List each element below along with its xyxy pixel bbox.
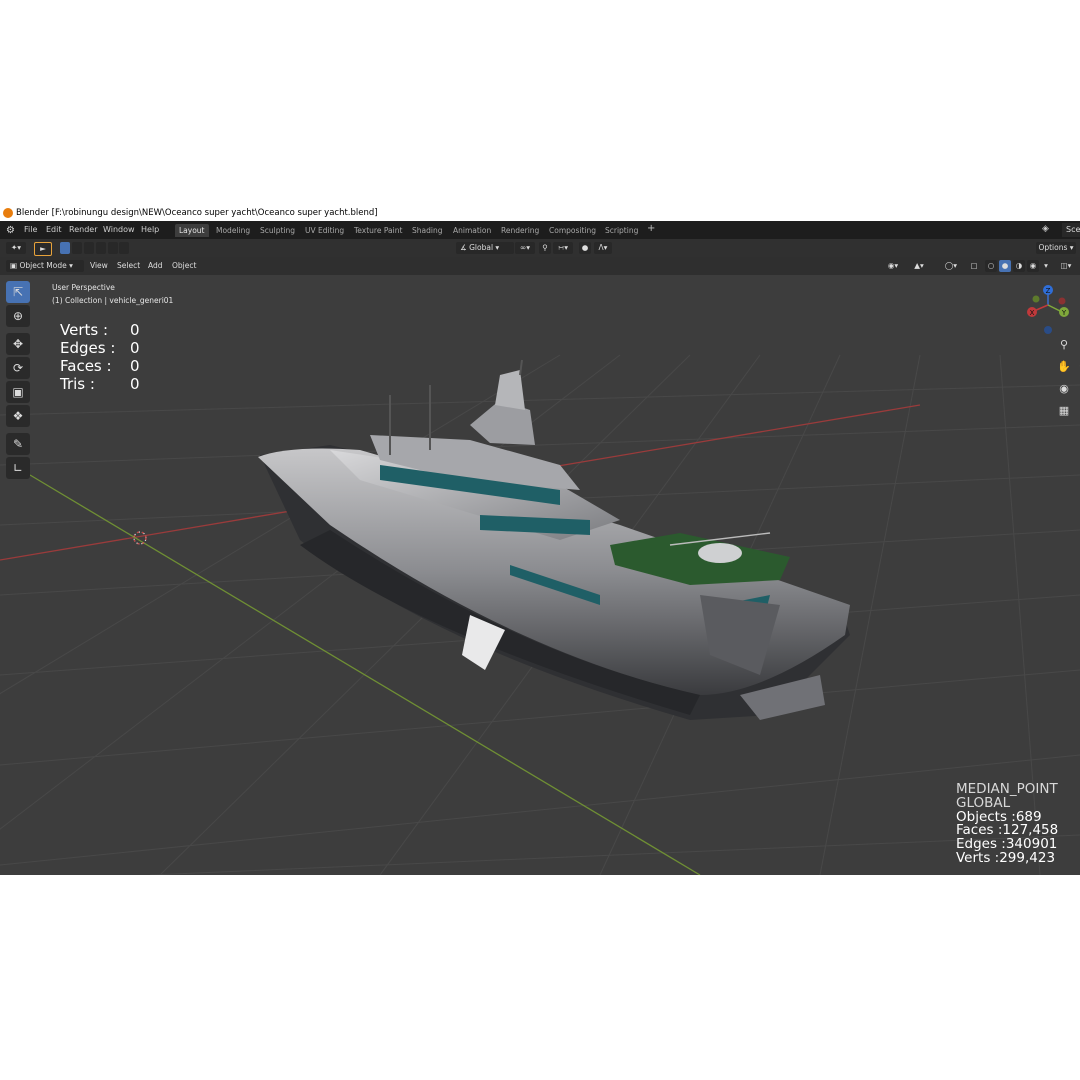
navigation-tools: ⚲ ✋ ◉ ▦: [1054, 335, 1074, 423]
proportional-edit-icon[interactable]: ●: [579, 242, 591, 254]
overlay-toggle-icon[interactable]: ◯▾: [938, 260, 964, 272]
gizmo-toggle-icon[interactable]: ▲▾: [906, 260, 932, 272]
stat-value: 0: [130, 321, 140, 339]
camera-view-icon[interactable]: ◉: [1054, 379, 1074, 399]
measure-tool-icon[interactable]: ∟: [6, 457, 30, 479]
menu-add[interactable]: Add: [148, 261, 163, 270]
blender-logo-icon: [3, 208, 13, 218]
verts-count: Verts :299,423: [956, 849, 1056, 866]
select-extend-icon[interactable]: [72, 242, 82, 254]
options-dropdown[interactable]: Options ▾: [1036, 242, 1076, 254]
falloff-icon[interactable]: Λ▾: [594, 242, 612, 254]
gizmo-y-label: Y: [1061, 309, 1067, 317]
menu-view[interactable]: View: [90, 261, 108, 270]
sidebar-toggle-icon[interactable]: ◫▾: [1056, 260, 1076, 272]
menu-render[interactable]: Render: [69, 225, 97, 234]
stat-row: Faces : 0: [60, 357, 150, 375]
tab-uv-editing[interactable]: UV Editing: [301, 224, 348, 237]
select-tool-icon[interactable]: ►: [34, 242, 52, 256]
blender-menu-icon[interactable]: ⚙: [6, 225, 17, 236]
window-title: Blender [F:\robinungu design\NEW\Oceanco…: [16, 208, 378, 218]
tab-layout[interactable]: Layout: [175, 224, 209, 237]
shading-options-icon[interactable]: ▾: [1041, 260, 1051, 272]
snap-icon[interactable]: ⚲: [539, 242, 551, 254]
title-bar: Blender [F:\robinungu design\NEW\Oceanco…: [0, 205, 1080, 221]
tab-sculpting[interactable]: Sculpting: [256, 224, 299, 237]
menu-file[interactable]: File: [24, 225, 37, 234]
stat-label: Faces :: [60, 357, 112, 375]
navigation-gizmo[interactable]: Z X Y: [1027, 285, 1069, 334]
options-label: Options: [1038, 243, 1068, 252]
select-extra-icon[interactable]: [119, 242, 129, 254]
stat-value: 0: [130, 375, 140, 393]
solid-shading-icon[interactable]: ●: [999, 260, 1011, 272]
toolbar: ⇱ ⊕ ✥ ⟳ ▣ ❖ ✎ ∟: [6, 281, 33, 481]
stat-label: Verts :: [60, 321, 109, 339]
tab-compositing[interactable]: Compositing: [545, 224, 600, 237]
stat-row: Tris : 0: [60, 375, 150, 393]
scale-tool-icon[interactable]: ▣: [6, 381, 30, 403]
visibility-icon[interactable]: ◉▾: [882, 260, 904, 272]
perspective-grid-icon[interactable]: ▦: [1054, 401, 1074, 421]
tab-animation[interactable]: Animation: [449, 224, 495, 237]
rendered-shading-icon[interactable]: ◉: [1027, 260, 1039, 272]
tab-rendering[interactable]: Rendering: [497, 224, 543, 237]
scene-selector[interactable]: Sce: [1062, 223, 1080, 237]
material-shading-icon[interactable]: ◑: [1013, 260, 1025, 272]
viewport-header: ▣ Object Mode ▾ View Select Add Object ◉…: [0, 257, 1080, 275]
stat-label: Edges :: [60, 339, 116, 357]
transform-tool-icon[interactable]: ❖: [6, 405, 30, 427]
stat-row: Verts : 0: [60, 321, 150, 339]
top-menu-bar: ⚙ File Edit Render Window Help Layout Mo…: [0, 221, 1080, 239]
wireframe-shading-icon[interactable]: ○: [985, 260, 997, 272]
menu-select[interactable]: Select: [117, 261, 140, 270]
select-invert-icon[interactable]: [96, 242, 106, 254]
orientation-label: Global: [469, 243, 494, 252]
viewport-info: User Perspective (1) Collection | vehicl…: [52, 281, 173, 307]
select-new-icon[interactable]: [60, 242, 70, 254]
stat-row: Edges : 0: [60, 339, 150, 357]
tab-shading[interactable]: Shading: [408, 224, 446, 237]
add-workspace-icon[interactable]: +: [643, 222, 659, 235]
cursor-tool-icon[interactable]: ⊕: [6, 305, 30, 327]
mode-dropdown[interactable]: ▣ Object Mode ▾: [6, 260, 84, 272]
pivot-point-icon[interactable]: ∞▾: [515, 242, 535, 254]
transform-pivot-icon[interactable]: ✦▾: [6, 242, 26, 254]
perspective-label: User Perspective: [52, 283, 115, 292]
orientation-dropdown[interactable]: ∡ Global ▾: [456, 242, 514, 254]
move-tool-icon[interactable]: ✥: [6, 333, 30, 355]
select-box-tool-icon[interactable]: ⇱: [6, 281, 30, 303]
scene-stats: MEDIAN_POINT GLOBAL Objects :689 Faces :…: [956, 782, 1058, 866]
gizmo-x-label: X: [1030, 309, 1035, 317]
yacht-model[interactable]: [258, 359, 850, 720]
tool-header: ✦▾ ► ∡ Global ▾ ∞▾ ⚲ ∺▾ ● Λ▾ Options ▾: [0, 239, 1080, 257]
collection-label: (1) Collection | vehicle_generi01: [52, 296, 174, 305]
mode-label: Object Mode: [19, 261, 67, 270]
select-intersect-icon[interactable]: [108, 242, 118, 254]
annotate-tool-icon[interactable]: ✎: [6, 433, 30, 455]
tab-texture-paint[interactable]: Texture Paint: [350, 224, 406, 237]
rotate-tool-icon[interactable]: ⟳: [6, 357, 30, 379]
menu-object[interactable]: Object: [172, 261, 196, 270]
menu-window[interactable]: Window: [103, 225, 135, 234]
3d-viewport[interactable]: Z X Y ⇱ ⊕ ✥ ⟳ ▣ ❖ ✎ ∟ User Perspective (…: [0, 275, 1080, 875]
viewport-scene: Z X Y: [0, 285, 1080, 875]
scene-icon[interactable]: ◈: [1042, 224, 1049, 234]
gizmo-z-label: Z: [1046, 287, 1051, 295]
pan-hand-icon[interactable]: ✋: [1054, 357, 1074, 377]
menu-help[interactable]: Help: [141, 225, 159, 234]
select-subtract-icon[interactable]: [84, 242, 94, 254]
zoom-icon[interactable]: ⚲: [1054, 335, 1074, 355]
selection-stats: Verts : 0 Edges : 0 Faces : 0 Tris : 0: [60, 321, 150, 393]
menu-edit[interactable]: Edit: [46, 225, 62, 234]
stat-value: 0: [130, 357, 140, 375]
snap-target-icon[interactable]: ∺▾: [553, 242, 573, 254]
tab-modeling[interactable]: Modeling: [212, 224, 254, 237]
stat-label: Tris :: [60, 375, 95, 393]
tab-scripting[interactable]: Scripting: [601, 224, 642, 237]
xray-icon[interactable]: ▢: [968, 260, 980, 272]
stat-value: 0: [130, 339, 140, 357]
blender-window: Blender [F:\robinungu design\NEW\Oceanco…: [0, 205, 1080, 875]
